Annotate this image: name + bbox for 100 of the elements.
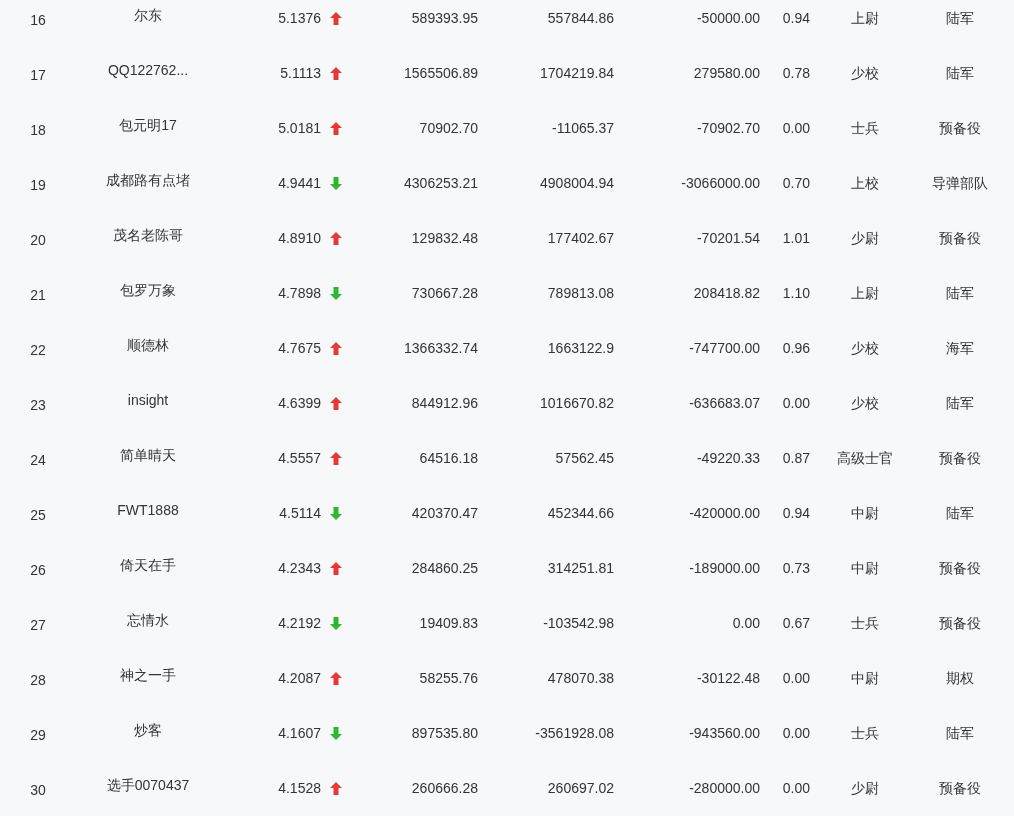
table-cell-text: -70201.54 xyxy=(696,229,760,248)
table-cell-text: -49220.33 xyxy=(696,449,760,468)
ratio-value: 5.1376 xyxy=(278,9,321,28)
rank-title: 中尉 xyxy=(851,559,879,578)
user-name: 茂名老陈哥 xyxy=(113,226,183,245)
table-cell-text: 1.01 xyxy=(782,229,810,248)
table-cell-text: -943560.00 xyxy=(689,724,760,743)
table-cell-text: 0.96 xyxy=(782,339,810,358)
table-cell-text: -189000.00 xyxy=(689,559,760,578)
user-name: QQ122762... xyxy=(107,61,189,80)
rank-title: 士兵 xyxy=(851,724,879,743)
user-name: 神之一手 xyxy=(120,666,176,685)
user-name: insight xyxy=(127,391,169,410)
ratio-value: 5.0181 xyxy=(278,119,321,138)
branch-label: 陆军 xyxy=(946,64,974,83)
table-cell-text: 1704219.84 xyxy=(540,64,614,83)
user-name: 顺德林 xyxy=(127,336,169,355)
rank-number: 26 xyxy=(30,561,46,580)
rank-number: 22 xyxy=(30,341,46,360)
rank-number: 28 xyxy=(30,671,46,690)
user-name: 包元明17 xyxy=(119,116,177,135)
rank-title: 上尉 xyxy=(851,284,879,303)
table-cell-text: 70902.70 xyxy=(419,119,478,138)
ratio-value: 4.6399 xyxy=(278,394,321,413)
branch-label: 陆军 xyxy=(946,724,974,743)
table-cell-text: 0.00 xyxy=(782,669,810,688)
ratio-value: 4.5557 xyxy=(278,449,321,468)
table-cell-text: 1565506.89 xyxy=(404,64,478,83)
table-cell-text: -3066000.00 xyxy=(681,174,760,193)
table-cell-text: -30122.48 xyxy=(696,669,760,688)
table-cell-text: 1016670.82 xyxy=(540,394,614,413)
table-cell-text: 0.67 xyxy=(782,614,810,633)
rank-number: 29 xyxy=(30,726,46,745)
branch-label: 陆军 xyxy=(946,284,974,303)
user-name: 忘情水 xyxy=(127,611,169,630)
branch-label: 预备役 xyxy=(939,119,981,138)
rank-title: 少尉 xyxy=(851,779,879,798)
user-name: 尔东 xyxy=(134,6,162,25)
rank-title: 少尉 xyxy=(851,229,879,248)
table-cell-text: 208418.82 xyxy=(693,284,760,303)
table-cell-text: 0.00 xyxy=(782,779,810,798)
table-cell-text: 279580.00 xyxy=(693,64,760,83)
ratio-value: 5.1113 xyxy=(280,64,321,83)
branch-label: 海军 xyxy=(946,339,974,358)
table-cell-text: -103542.98 xyxy=(543,614,614,633)
table-cell-text: 478070.38 xyxy=(547,669,614,688)
table-cell-text: 0.94 xyxy=(782,9,810,28)
ratio-value: 4.7898 xyxy=(278,284,321,303)
table-cell-text: -70902.70 xyxy=(696,119,760,138)
table-cell-text: 789813.08 xyxy=(547,284,614,303)
table-cell-text: -280000.00 xyxy=(689,779,760,798)
branch-label: 陆军 xyxy=(946,394,974,413)
rank-title: 上校 xyxy=(851,174,879,193)
table-cell-text: 730667.28 xyxy=(411,284,478,303)
branch-label: 陆军 xyxy=(946,504,974,523)
rank-number: 25 xyxy=(30,506,46,525)
ratio-value: 4.1607 xyxy=(278,724,321,743)
branch-label: 陆军 xyxy=(946,9,974,28)
table-cell-text: 0.70 xyxy=(782,174,810,193)
branch-label: 预备役 xyxy=(939,449,981,468)
table-cell-text: 4306253.21 xyxy=(404,174,478,193)
ratio-value: 4.2087 xyxy=(278,669,321,688)
rank-number: 17 xyxy=(30,66,46,85)
user-name: 炒客 xyxy=(134,721,162,740)
table-cell-text: 260697.02 xyxy=(547,779,614,798)
user-name: 倚天在手 xyxy=(120,556,176,575)
branch-label: 预备役 xyxy=(939,614,981,633)
ratio-value: 4.2343 xyxy=(278,559,321,578)
rank-title: 少校 xyxy=(851,394,879,413)
table-cell-text: 19409.83 xyxy=(419,614,478,633)
ratio-value: 4.1528 xyxy=(278,779,321,798)
table-cell-text: 0.94 xyxy=(782,504,810,523)
rank-number: 27 xyxy=(30,616,46,635)
rank-number: 30 xyxy=(30,781,46,800)
ratio-value: 4.5114 xyxy=(279,504,321,523)
branch-label: 预备役 xyxy=(939,559,981,578)
table-cell-text: 420370.47 xyxy=(411,504,478,523)
table-cell-text: -11065.37 xyxy=(552,119,614,138)
table-cell-text: 589393.95 xyxy=(411,9,478,28)
table-cell-text: 64516.18 xyxy=(419,449,478,468)
table-cell-text: 1663122.9 xyxy=(547,339,614,358)
table-cell-text: -747700.00 xyxy=(689,339,760,358)
table-cell-text: 1.10 xyxy=(782,284,810,303)
rank-title: 士兵 xyxy=(851,119,879,138)
rank-title: 少校 xyxy=(851,64,879,83)
rank-number: 19 xyxy=(30,176,46,195)
table-cell-text: 0.78 xyxy=(782,64,810,83)
table-cell-text: 177402.67 xyxy=(547,229,614,248)
user-name: 简单晴天 xyxy=(120,446,176,465)
table-cell-text: -50000.00 xyxy=(696,9,760,28)
branch-label: 期权 xyxy=(946,669,974,688)
ratio-value: 4.7675 xyxy=(278,339,321,358)
user-name: 包罗万象 xyxy=(120,281,176,300)
rank-number: 21 xyxy=(30,286,46,305)
table-cell-text: 0.00 xyxy=(732,614,760,633)
table-cell-text: 557844.86 xyxy=(547,9,614,28)
user-name: 成都路有点堵 xyxy=(106,171,190,190)
table-cell-text: 260666.28 xyxy=(411,779,478,798)
table-cell-text: 58255.76 xyxy=(419,669,478,688)
table-cell-text: -420000.00 xyxy=(689,504,760,523)
